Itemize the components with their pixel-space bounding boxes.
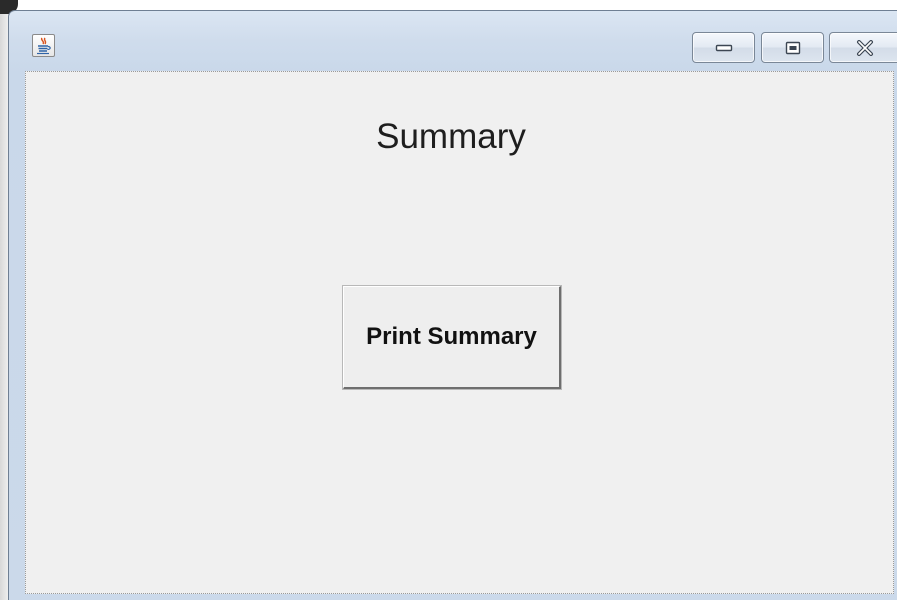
summary-heading: Summary <box>376 117 526 156</box>
java-coffee-icon[interactable] <box>32 34 55 57</box>
maximize-icon <box>785 41 800 54</box>
content-panel: Summary Print Summary <box>25 71 894 594</box>
maximize-button[interactable] <box>761 32 824 63</box>
close-button[interactable] <box>829 32 897 63</box>
minimize-icon <box>715 44 732 51</box>
screen: Summary Print Summary <box>0 0 897 600</box>
print-summary-button[interactable]: Print Summary <box>342 285 562 390</box>
title-bar[interactable] <box>9 11 897 71</box>
close-icon <box>857 39 873 56</box>
app-window: Summary Print Summary <box>8 10 897 600</box>
minimize-button[interactable] <box>692 32 755 63</box>
